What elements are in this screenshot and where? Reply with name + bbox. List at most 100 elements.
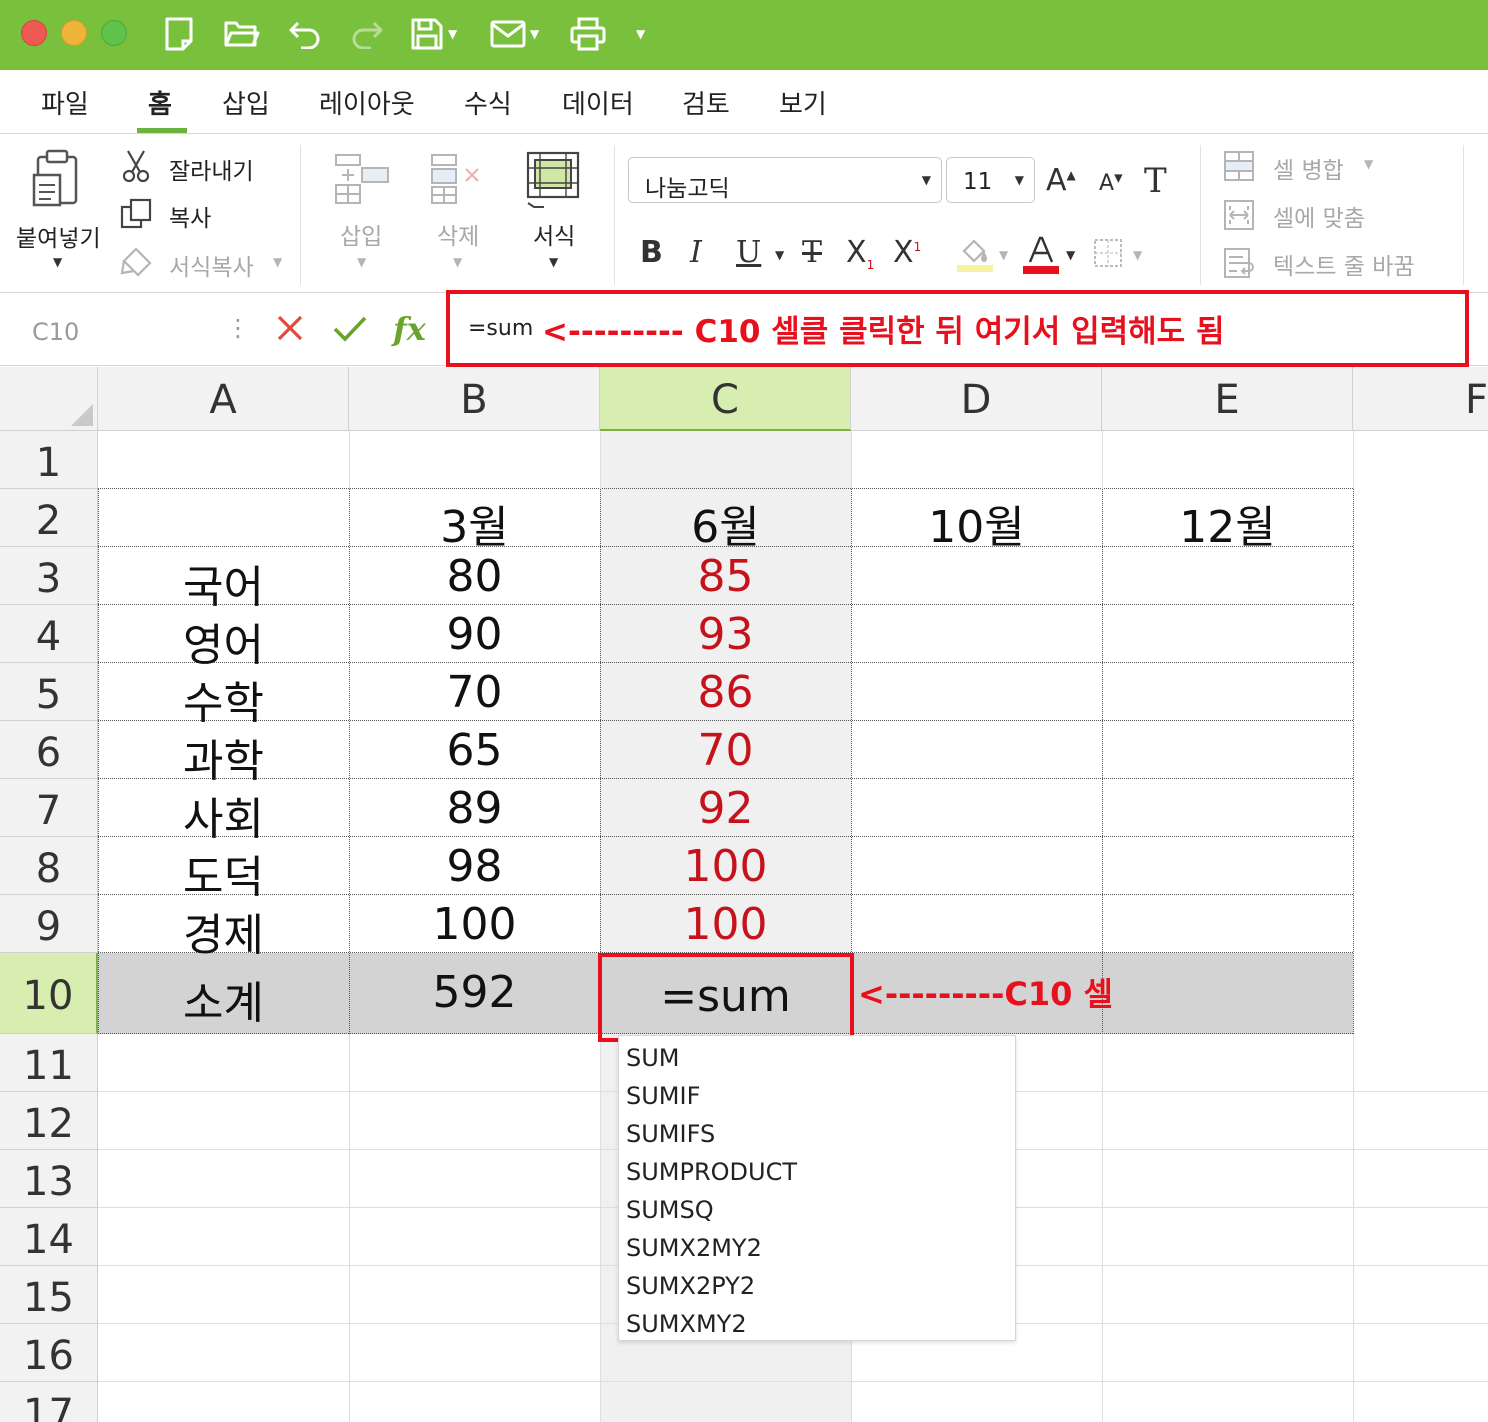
paste-button[interactable]: 붙여넣기: [16, 219, 101, 253]
fill-color-icon[interactable]: [956, 235, 994, 277]
autocomplete-item-sumsq[interactable]: SUMSQ: [626, 1196, 714, 1224]
close-window-button[interactable]: [21, 20, 47, 46]
row-header[interactable]: 11: [0, 1034, 98, 1092]
cell-c4[interactable]: 93: [600, 609, 851, 660]
cell-a3[interactable]: 국어: [98, 551, 349, 615]
row-header[interactable]: 17: [0, 1382, 98, 1422]
format-painter-caret-icon[interactable]: ▼: [273, 255, 282, 269]
font-color-caret-icon[interactable]: ▼: [1066, 248, 1075, 262]
insert-caret-icon[interactable]: ▼: [357, 255, 366, 269]
open-folder-icon[interactable]: [224, 14, 260, 54]
save-icon[interactable]: ▼: [410, 14, 457, 54]
cell-b2[interactable]: 3월: [349, 491, 600, 555]
cut-button[interactable]: 잘라내기: [169, 152, 254, 186]
cell-a6[interactable]: 과학: [98, 725, 349, 789]
save-caret-icon[interactable]: ▼: [448, 27, 457, 41]
delete-cells-button[interactable]: 삭제: [437, 217, 479, 251]
cell-b5[interactable]: 70: [349, 667, 600, 718]
column-header-e[interactable]: E: [1102, 367, 1353, 431]
minimize-window-button[interactable]: [61, 20, 87, 46]
cell-b4[interactable]: 90: [349, 609, 600, 660]
tab-file[interactable]: 파일: [41, 84, 89, 121]
row-header[interactable]: 13: [0, 1150, 98, 1208]
tab-formulas[interactable]: 수식: [464, 84, 512, 121]
merge-cells-button[interactable]: 셀 병합: [1273, 151, 1344, 185]
row-header[interactable]: 9: [0, 895, 98, 953]
cell-b3[interactable]: 80: [349, 551, 600, 602]
underline-icon[interactable]: U: [736, 235, 761, 270]
cell-b9[interactable]: 100: [349, 899, 600, 950]
text-style-icon[interactable]: T: [1144, 161, 1167, 201]
insert-cells-button[interactable]: 삽입: [340, 217, 382, 251]
autocomplete-item-sumxmy2[interactable]: SUMXMY2: [626, 1310, 747, 1338]
autocomplete-item-sumif[interactable]: SUMIF: [626, 1082, 700, 1110]
row-header[interactable]: 14: [0, 1208, 98, 1266]
cell-c7[interactable]: 92: [600, 783, 851, 834]
insert-function-button[interactable]: fx: [393, 310, 426, 348]
fit-to-cell-button[interactable]: 셀에 맞춤: [1273, 199, 1365, 233]
row-header[interactable]: 16: [0, 1324, 98, 1382]
cell-d2[interactable]: 10월: [851, 491, 1102, 555]
customize-caret-icon[interactable]: ▼: [632, 14, 645, 54]
paste-icon[interactable]: [30, 147, 84, 215]
row-header[interactable]: 7: [0, 779, 98, 837]
row-header[interactable]: 4: [0, 605, 98, 663]
row-header[interactable]: 15: [0, 1266, 98, 1324]
print-icon[interactable]: [570, 14, 606, 54]
paste-caret-icon[interactable]: ▼: [53, 255, 62, 269]
autocomplete-item-sumproduct[interactable]: SUMPRODUCT: [626, 1158, 797, 1186]
delete-caret-icon[interactable]: ▼: [453, 255, 462, 269]
row-header[interactable]: 1: [0, 431, 98, 489]
cell-a9[interactable]: 경제: [98, 899, 349, 963]
cell-a10[interactable]: 소계: [98, 967, 349, 1031]
format-cells-button[interactable]: 서식: [533, 217, 575, 251]
column-header-c[interactable]: C: [600, 367, 851, 431]
merge-caret-icon[interactable]: ▼: [1364, 157, 1373, 171]
decrease-font-size-icon[interactable]: A▼: [1099, 171, 1123, 196]
row-header[interactable]: 5: [0, 663, 98, 721]
bold-icon[interactable]: B: [640, 235, 663, 270]
underline-caret-icon[interactable]: ▼: [775, 248, 784, 262]
cell-c5[interactable]: 86: [600, 667, 851, 718]
row-header[interactable]: 3: [0, 547, 98, 605]
font-size-select[interactable]: 11 ▼: [946, 157, 1035, 203]
fill-color-caret-icon[interactable]: ▼: [999, 248, 1008, 262]
column-header-f[interactable]: F: [1353, 367, 1488, 431]
select-all-corner[interactable]: [0, 367, 98, 431]
cell-a8[interactable]: 도덕: [98, 841, 349, 905]
tab-view[interactable]: 보기: [779, 84, 827, 121]
cell-a5[interactable]: 수학: [98, 667, 349, 731]
cell-a7[interactable]: 사회: [98, 783, 349, 847]
cell-b7[interactable]: 89: [349, 783, 600, 834]
redo-icon[interactable]: [350, 14, 384, 54]
autocomplete-item-sumx2my2[interactable]: SUMX2MY2: [626, 1234, 762, 1262]
row-header[interactable]: 2: [0, 489, 98, 547]
copy-button[interactable]: 복사: [169, 199, 211, 233]
tab-insert[interactable]: 삽입: [222, 84, 270, 121]
tab-data[interactable]: 데이터: [562, 84, 634, 121]
row-header[interactable]: 6: [0, 721, 98, 779]
undo-icon[interactable]: [288, 14, 322, 54]
borders-caret-icon[interactable]: ▼: [1133, 248, 1142, 262]
new-document-icon[interactable]: [163, 14, 195, 54]
font-color-icon[interactable]: [1022, 235, 1060, 279]
row-header[interactable]: 10: [0, 953, 98, 1034]
formula-input[interactable]: =sum <--------- C10 셀클 클릭한 뒤 여기서 입력해도 됨: [446, 290, 1469, 367]
increase-font-size-icon[interactable]: A▲: [1046, 163, 1076, 198]
row-header[interactable]: 8: [0, 837, 98, 895]
tab-home[interactable]: 홈: [148, 84, 172, 121]
subscript-icon[interactable]: X1: [846, 235, 874, 272]
column-header-a[interactable]: A: [98, 367, 349, 431]
spreadsheet-grid[interactable]: A B C D E F 1 2 3 4 5 6 7 8 9 10 11 12 13 14 15 16 17 3월…: [0, 367, 1488, 1422]
superscript-icon[interactable]: X1: [893, 235, 921, 270]
more-options-icon[interactable]: ⋮: [226, 314, 250, 342]
row-header[interactable]: 12: [0, 1092, 98, 1150]
cell-e2[interactable]: 12월: [1102, 491, 1353, 555]
cell-c2[interactable]: 6월: [600, 491, 851, 555]
cell-b8[interactable]: 98: [349, 841, 600, 892]
italic-icon[interactable]: I: [690, 235, 702, 270]
cell-b10[interactable]: 592: [349, 967, 600, 1018]
confirm-formula-icon[interactable]: [333, 316, 367, 346]
wrap-text-button[interactable]: 텍스트 줄 바꿈: [1273, 247, 1415, 281]
borders-icon[interactable]: [1093, 238, 1123, 272]
